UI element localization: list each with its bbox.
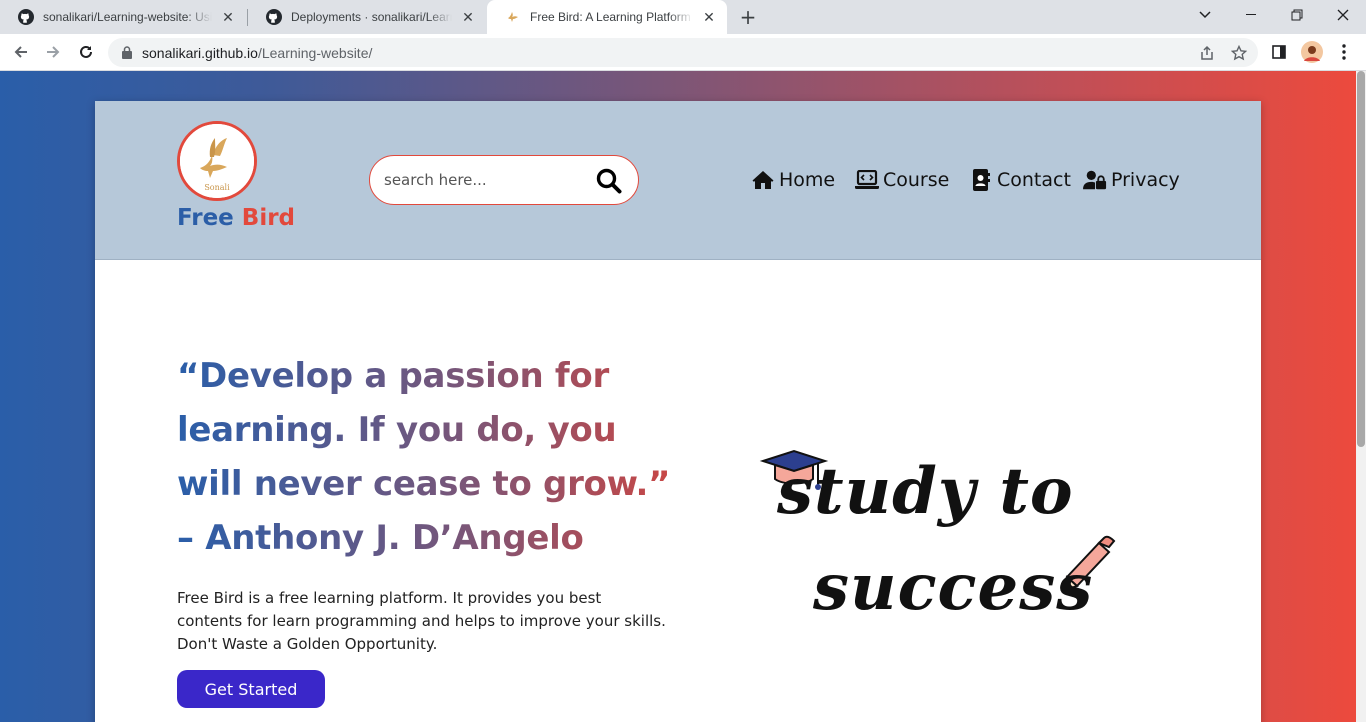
- tab-title: Free Bird: A Learning Platform: [530, 10, 691, 24]
- reload-button[interactable]: [71, 37, 101, 67]
- get-started-button[interactable]: Get Started: [177, 670, 325, 708]
- nav-course-label: Course: [883, 169, 950, 191]
- browser-tab-deployments[interactable]: Deployments · sonalikari/Learning ✕: [248, 0, 486, 34]
- page-scrollbar[interactable]: [1356, 71, 1366, 722]
- share-icon[interactable]: [1197, 43, 1217, 63]
- hero-description: Free Bird is a free learning platform. I…: [177, 587, 687, 656]
- bird-favicon-icon: [505, 9, 521, 25]
- new-tab-button[interactable]: +: [736, 5, 760, 29]
- art-line-2: success: [812, 550, 1093, 625]
- url-text: sonalikari.github.io/Learning-website/: [142, 45, 372, 61]
- user-lock-icon: [1083, 169, 1107, 191]
- scrollbar-thumb[interactable]: [1357, 71, 1365, 447]
- browser-tab-github-repo[interactable]: sonalikari/Learning-website: Usin ✕: [0, 0, 246, 34]
- description-line: Don't Waste a Golden Opportunity.: [177, 635, 438, 653]
- site-header: Sonali Free Bird Home Course: [95, 101, 1261, 260]
- restore-button[interactable]: [1274, 0, 1320, 30]
- logo-caption: Sonali: [204, 183, 230, 192]
- search-input[interactable]: [384, 171, 584, 189]
- search-box: [369, 155, 639, 205]
- kebab-menu-icon[interactable]: [1332, 40, 1356, 64]
- nav-home[interactable]: Home: [751, 167, 835, 193]
- tab-search-chevron-icon[interactable]: [1182, 0, 1228, 30]
- art-line-1: study to: [776, 454, 1074, 529]
- github-icon: [266, 9, 282, 25]
- close-icon[interactable]: ✕: [701, 9, 717, 25]
- browser-tab-strip: sonalikari/Learning-website: Usin ✕ Depl…: [0, 0, 1366, 34]
- url-path: /Learning-website/: [257, 44, 373, 61]
- description-line: contents for learn programming and helps…: [177, 612, 666, 630]
- url-host: sonalikari.github.io: [142, 44, 258, 61]
- search-icon[interactable]: [596, 168, 622, 194]
- nav-privacy-label: Privacy: [1111, 169, 1180, 191]
- nav-contact-label: Contact: [997, 169, 1071, 191]
- tab-title: sonalikari/Learning-website: Usin: [43, 10, 212, 24]
- browser-toolbar: sonalikari.github.io/Learning-website/: [0, 34, 1366, 71]
- description-line: Free Bird is a free learning platform. I…: [177, 589, 602, 607]
- minimize-button[interactable]: [1228, 0, 1274, 30]
- site-logo[interactable]: Sonali: [177, 121, 257, 201]
- profile-avatar[interactable]: [1300, 40, 1324, 64]
- home-icon: [751, 169, 775, 191]
- back-button[interactable]: [6, 37, 36, 67]
- bookmark-star-icon[interactable]: [1229, 43, 1249, 63]
- study-to-success-illustration: study to success: [755, 401, 1125, 641]
- quote-line: will never cease to grow.”: [177, 464, 671, 504]
- brand-second: Bird: [241, 205, 296, 231]
- hero-quote: “Develop a passion for learning. If you …: [177, 349, 697, 565]
- nav-home-label: Home: [779, 169, 836, 191]
- brand-first: Free: [177, 205, 234, 231]
- address-bar[interactable]: sonalikari.github.io/Learning-website/: [108, 38, 1258, 67]
- browser-tab-free-bird[interactable]: Free Bird: A Learning Platform ✕: [487, 0, 727, 34]
- close-icon[interactable]: ✕: [220, 9, 236, 25]
- laptop-code-icon: [855, 169, 879, 191]
- brand-name[interactable]: Free Bird: [177, 205, 295, 231]
- nav-privacy[interactable]: Privacy: [1083, 167, 1180, 193]
- dove-icon: Sonali: [180, 124, 254, 198]
- forward-button[interactable]: [38, 37, 68, 67]
- tab-title: Deployments · sonalikari/Learning: [291, 10, 452, 24]
- window-close-button[interactable]: [1320, 0, 1366, 30]
- close-icon[interactable]: ✕: [460, 9, 476, 25]
- nav-contact[interactable]: Contact: [969, 167, 1071, 193]
- lock-icon[interactable]: [120, 46, 134, 60]
- side-panel-icon[interactable]: [1267, 40, 1291, 64]
- quote-line: learning. If you do, you: [177, 410, 617, 450]
- github-icon: [18, 9, 34, 25]
- quote-line: “Develop a passion for: [177, 356, 609, 396]
- quote-author: – Anthony J. D’Angelo: [177, 518, 584, 558]
- page-viewport: Sonali Free Bird Home Course: [0, 71, 1366, 722]
- nav-course[interactable]: Course: [855, 167, 949, 193]
- page-card: Sonali Free Bird Home Course: [95, 101, 1261, 722]
- address-book-icon: [969, 169, 993, 191]
